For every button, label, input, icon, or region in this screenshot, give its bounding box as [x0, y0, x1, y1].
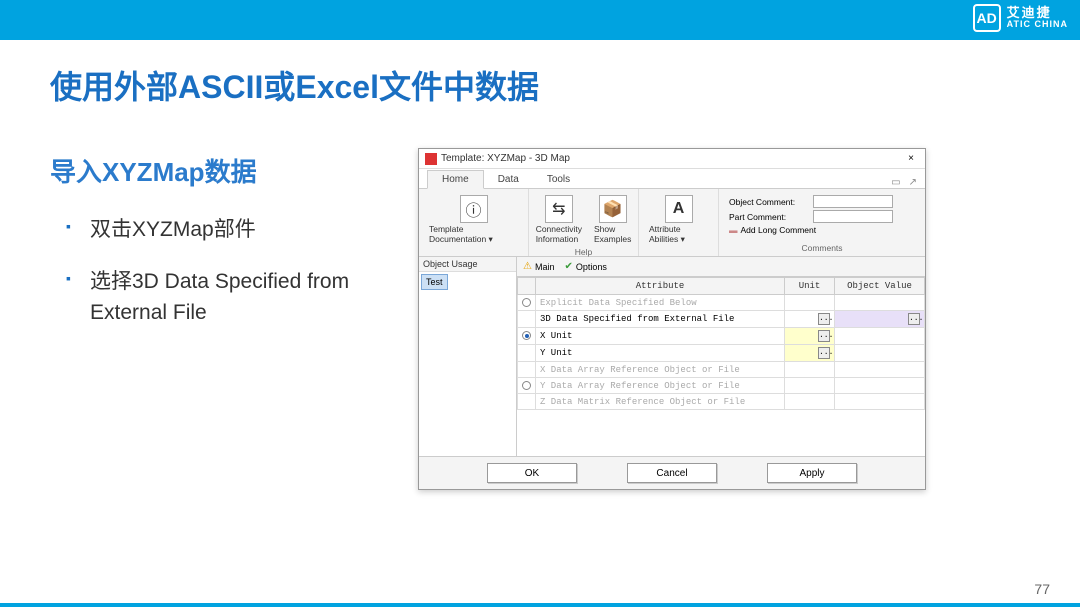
value-browse-button[interactable]: ...	[908, 313, 920, 325]
part-comment-label: Part Comment:	[729, 212, 809, 222]
window-expand-icon[interactable]: ↗	[909, 177, 917, 188]
dialog-title: Template: XYZMap - 3D Map	[441, 153, 903, 164]
table-row: X Unit ...	[518, 328, 925, 345]
examples-icon: 📦	[599, 195, 627, 223]
app-icon	[425, 153, 437, 165]
dialog-titlebar[interactable]: Template: XYZMap - 3D Map ×	[419, 149, 925, 169]
object-comment-label: Object Comment:	[729, 197, 809, 207]
apply-button[interactable]: Apply	[767, 463, 857, 483]
attr-cell: X Data Array Reference Object or File	[536, 362, 785, 378]
table-row: 3D Data Specified from External File ...…	[518, 311, 925, 328]
table-row: Y Unit ...	[518, 345, 925, 362]
slide-subtitle: 导入XYZMap数据	[50, 152, 257, 189]
table-row: X Data Array Reference Object or File	[518, 362, 925, 378]
unit-browse-button[interactable]: ...	[818, 347, 830, 359]
tab-data[interactable]: Data	[484, 171, 533, 188]
attr-cell: 3D Data Specified from External File	[536, 311, 785, 328]
xyzmap-dialog: Template: XYZMap - 3D Map × Home Data To…	[418, 148, 926, 490]
attr-cell: Y Data Array Reference Object or File	[536, 378, 785, 394]
table-row: Y Data Array Reference Object or File	[518, 378, 925, 394]
info-icon: ⓘ	[460, 195, 488, 223]
comment-icon: ▬	[729, 225, 738, 235]
part-comment-input[interactable]	[813, 210, 893, 223]
radio-button[interactable]	[522, 331, 531, 340]
subtab-options[interactable]: ✔ Options	[564, 261, 606, 272]
cancel-button[interactable]: Cancel	[627, 463, 717, 483]
object-comment-input[interactable]	[813, 195, 893, 208]
table-row: Explicit Data Specified Below	[518, 295, 925, 311]
logo-cn: 艾迪捷	[1007, 6, 1068, 20]
logo: AD 艾迪捷 ATIC CHINA	[973, 4, 1068, 32]
close-button[interactable]: ×	[903, 153, 919, 164]
check-icon: ✔	[564, 261, 572, 272]
logo-mark-icon: AD	[973, 4, 1001, 32]
page-number: 77	[1034, 581, 1050, 597]
bullet-item: 双击XYZMap部件	[66, 214, 396, 246]
unit-browse-button[interactable]: ...	[818, 330, 830, 342]
tab-tools[interactable]: Tools	[533, 171, 584, 188]
value-cell[interactable]: ...	[835, 311, 925, 328]
unit-cell[interactable]: ...	[785, 328, 835, 345]
table-header-radio	[518, 278, 536, 295]
connectivity-icon: ⇆	[545, 195, 573, 223]
footer-bar	[0, 603, 1080, 607]
slide-title: 使用外部ASCII或Excel文件中数据	[50, 62, 539, 108]
ribbon-group-label: Comments	[725, 242, 919, 254]
tab-home[interactable]: Home	[427, 170, 484, 189]
table-row: Z Data Matrix Reference Object or File	[518, 394, 925, 410]
subtab-main[interactable]: ⚠ Main	[523, 261, 554, 272]
attribute-abilities-button[interactable]: A Attribute Abilities ▾	[645, 193, 712, 247]
unit-cell[interactable]: ...	[785, 345, 835, 362]
template-documentation-button[interactable]: ⓘ Template Documentation ▾	[425, 193, 522, 247]
ok-button[interactable]: OK	[487, 463, 577, 483]
ribbon-group-label	[645, 252, 712, 254]
bullet-item: 选择3D Data Specified from External File	[66, 266, 396, 329]
attr-cell: Z Data Matrix Reference Object or File	[536, 394, 785, 410]
logo-en: ATIC CHINA	[1007, 20, 1068, 30]
radio-button[interactable]	[522, 298, 531, 307]
usage-item-test[interactable]: Test	[421, 274, 448, 290]
radio-button[interactable]	[522, 381, 531, 390]
window-restore-icon[interactable]: ▭	[891, 177, 900, 188]
table-header-value: Object Value	[835, 278, 925, 295]
attr-cell: Y Unit	[536, 345, 785, 362]
table-header-attribute: Attribute	[536, 278, 785, 295]
ribbon-group-label	[425, 252, 522, 254]
connectivity-info-button[interactable]: ⇆ Connectivity Information	[532, 193, 586, 246]
attribute-icon: A	[665, 195, 693, 223]
add-long-comment-button[interactable]: ▬ Add Long Comment	[729, 225, 816, 235]
attr-cell: Explicit Data Specified Below	[536, 295, 785, 311]
unit-browse-button[interactable]: ...	[818, 313, 830, 325]
show-examples-button[interactable]: 📦 Show Examples	[590, 193, 635, 246]
warning-icon: ⚠	[523, 261, 532, 272]
object-usage-header: Object Usage	[419, 257, 516, 272]
table-header-unit: Unit	[785, 278, 835, 295]
attr-cell: X Unit	[536, 328, 785, 345]
